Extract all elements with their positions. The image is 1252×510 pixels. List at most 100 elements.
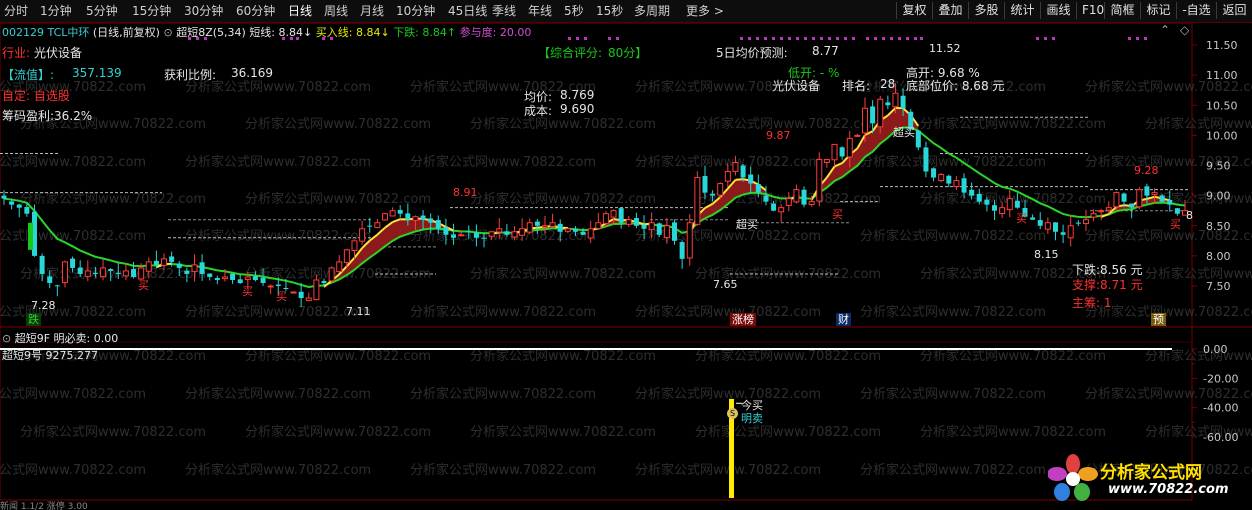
scroll-up-icon[interactable]: ⌃ (1160, 23, 1170, 37)
avg-value: 8.769 (560, 88, 595, 102)
candle-body (458, 234, 465, 237)
period-tab[interactable]: 10分钟 (396, 3, 435, 19)
candle-body (443, 227, 449, 235)
candle-body (861, 107, 868, 134)
chart-mode: (日线,前复权) (92, 26, 160, 39)
indicator-collapse-icon[interactable]: ⊙ (163, 26, 172, 39)
candle-body (343, 249, 350, 264)
lower-indicator-name[interactable]: 超短9F (15, 332, 50, 345)
participation-value: 20.00 (499, 26, 532, 39)
candle-body (785, 198, 792, 206)
chip-profit: 筹码盈利:36.2% (2, 109, 93, 123)
candle-body (1113, 192, 1120, 208)
toolbar-button[interactable]: 叠加 (932, 2, 968, 19)
watermark-text: 分析家公式网www.70822.com (20, 191, 206, 207)
toolbar-button[interactable]: 画线 (1040, 2, 1076, 19)
period-tab[interactable]: 60分钟 (236, 3, 275, 19)
candle-body (1075, 222, 1081, 224)
watermark-text: 分析家公式网www.70822.com (920, 348, 1106, 364)
period-tab[interactable]: 30分钟 (184, 3, 223, 19)
candle-body (214, 277, 220, 280)
participation-dot (1144, 37, 1147, 40)
period-tab[interactable]: 更多 > (686, 3, 724, 19)
profit-label: 获利比例: (164, 68, 217, 82)
watermark-text: 分析家公式网www.70822.com (245, 191, 431, 207)
period-tab[interactable]: 1分钟 (40, 3, 72, 19)
toolbar-button[interactable]: 复权 (896, 2, 932, 19)
period-tab[interactable]: 月线 (360, 3, 384, 19)
period-tab[interactable]: 年线 (528, 3, 552, 19)
watermark-text: 分析家公式网www.70822.com (0, 462, 146, 478)
candle-body (686, 222, 693, 259)
period-toolbar: 分时 1分钟 5分钟 15分钟 30分钟 60分钟 日线 周线 月线 10分钟 45日线 季线 年线 5秒… (0, 0, 1252, 23)
signal-badge: S (727, 408, 738, 419)
candle-body (1052, 222, 1058, 232)
period-tab[interactable]: 季线 (492, 3, 516, 19)
participation-dot (576, 37, 579, 40)
candle-body (252, 276, 258, 280)
watermark-text: 分析家公式网www.70822.com (470, 348, 656, 364)
candle-body (191, 264, 198, 272)
period-tab[interactable]: 15分钟 (132, 3, 171, 19)
participation-dot (608, 37, 611, 40)
participation-dot (874, 37, 877, 40)
period-tab[interactable]: 5秒 (564, 3, 584, 19)
watermark-text: 分析家公式网www.70822.com (0, 154, 146, 170)
participation-dot (836, 37, 839, 40)
candle-body (961, 178, 967, 193)
candle-body (131, 269, 137, 277)
participation-dot (852, 37, 855, 40)
participation-dot (882, 37, 885, 40)
toolbar-button[interactable]: -自选 (1176, 2, 1216, 19)
period-tab[interactable]: 5分钟 (86, 3, 118, 19)
industry-value: 光伏设备 (34, 46, 83, 60)
y-tick-label: 8.50 (1206, 220, 1231, 233)
toolbar-button[interactable]: 标记 (1140, 2, 1176, 19)
candle-body (1121, 193, 1127, 202)
watermark-text: 分析家公式网www.70822.com (410, 154, 596, 170)
toolbar-button[interactable]: F10 (1076, 2, 1104, 19)
watermark-text: 分析家公式网www.70822.com (695, 424, 881, 440)
toolbar-button[interactable]: 返回 (1216, 2, 1252, 19)
expand-diamond-icon[interactable]: ◇ (1180, 23, 1189, 37)
period-tab[interactable]: 日线 (288, 3, 312, 19)
candle-body (488, 231, 495, 237)
logo-text: 分析家公式网 (1100, 463, 1202, 483)
cost-value: 9.690 (560, 102, 595, 116)
period-tab[interactable]: 15秒 (596, 3, 623, 19)
footer-bar: 新闻 1.1/2 涨停 3.00 (0, 502, 88, 510)
candle-body (428, 218, 434, 223)
watermark-text: 分析家公式网www.70822.com (185, 228, 371, 244)
candle-body (39, 255, 45, 274)
candle-body (77, 267, 83, 274)
fall-label: 下跌: (393, 26, 419, 39)
period-tab[interactable]: 周线 (324, 3, 348, 19)
watermark-text: 分析家公式网www.70822.com (860, 304, 1046, 320)
y-tick-label: -40.00 (1203, 402, 1238, 415)
period-tab[interactable]: 多周期 (634, 3, 670, 19)
candle-body (717, 183, 724, 196)
candle-body (359, 228, 366, 242)
indicator-name[interactable]: 超短8Z(5,34) (176, 26, 246, 39)
candle-body (823, 158, 830, 163)
participation-dot (796, 37, 799, 40)
price-mark-tail: 8 (1186, 209, 1193, 222)
super-buy-signal: 超买 (893, 126, 915, 139)
chart-frame: 分析家公式网www.70822.com 分析家公式网www.70822.com 分析… (0, 22, 1252, 501)
candle-body (702, 176, 708, 193)
participation-dot (780, 37, 783, 40)
watermark-text: 分析家公式网www.70822.com (1145, 348, 1252, 364)
period-tab[interactable]: 分时 (4, 3, 28, 19)
candle-body (466, 231, 472, 233)
indicator-collapse-icon[interactable]: ⊙ (2, 332, 11, 345)
period-tab[interactable]: 45日线 (448, 3, 487, 19)
candle-body (572, 228, 578, 232)
candle-body (984, 199, 990, 205)
candle-body (1159, 195, 1165, 202)
watermark-text: 分析家公式网www.70822.com (0, 386, 146, 402)
toolbar-button[interactable]: 简框 (1104, 2, 1140, 19)
toolbar-button[interactable]: 多股 (968, 2, 1004, 19)
sector-name: 光伏设备 (772, 79, 821, 93)
toolbar-button[interactable]: 统计 (1004, 2, 1040, 19)
candle-body (169, 256, 175, 262)
